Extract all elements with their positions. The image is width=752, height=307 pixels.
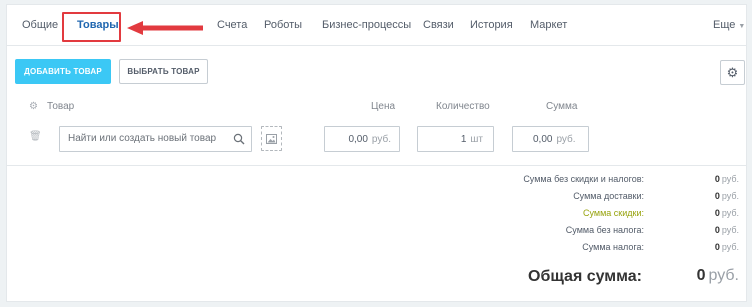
total-amount-discount: 0 — [714, 208, 720, 218]
caret-down-icon: ▼ — [738, 23, 746, 30]
product-image-slot[interactable] — [261, 126, 282, 151]
total-value-delivery: 0 руб. — [715, 191, 739, 201]
tab-links[interactable]: Связи — [423, 19, 454, 31]
annotation-arrow-icon — [127, 21, 203, 35]
price-field[interactable]: 0,00 руб. — [324, 126, 400, 152]
grand-total-label: Общая сумма: — [528, 268, 642, 285]
column-header-sum: Сумма — [546, 101, 578, 112]
delete-row-icon[interactable]: 🗑 — [29, 131, 42, 142]
search-icon[interactable] — [233, 133, 245, 145]
total-unit-no-tax: руб. — [721, 225, 739, 235]
tab-invoices[interactable]: Счета — [217, 19, 247, 31]
grand-total-unit: руб. — [708, 267, 739, 284]
total-label-no-discount: Сумма без скидки и налогов: — [523, 174, 644, 184]
column-header-product: Товар — [47, 101, 75, 112]
add-product-button[interactable]: ДОБАВИТЬ ТОВАР — [15, 59, 111, 84]
total-unit-no-discount: руб. — [721, 174, 739, 184]
column-header-price: Цена — [371, 101, 396, 112]
grand-total-amount: 0 — [696, 267, 706, 284]
tab-market[interactable]: Маркет — [530, 19, 567, 31]
tab-robots[interactable]: Роботы — [264, 19, 302, 31]
select-product-button[interactable]: ВЫБРАТЬ ТОВАР — [119, 59, 208, 84]
tab-history[interactable]: История — [470, 19, 513, 31]
tab-more[interactable]: Еще ▼ — [713, 19, 745, 31]
total-amount-no-tax: 0 — [714, 225, 720, 235]
quantity-field[interactable]: 1 шт — [417, 126, 494, 152]
sum-unit: руб. — [556, 133, 576, 145]
sum-value: 0,00 — [533, 133, 553, 145]
total-unit-delivery: руб. — [721, 191, 739, 201]
tab-general[interactable]: Общие — [22, 19, 58, 31]
total-unit-discount: руб. — [721, 208, 739, 218]
quantity-value: 1 — [460, 133, 467, 145]
total-amount-delivery: 0 — [714, 191, 720, 201]
sum-field[interactable]: 0,00 руб. — [512, 126, 589, 152]
total-value-tax: 0 руб. — [715, 242, 739, 252]
tab-business-processes[interactable]: Бизнес-процессы — [322, 19, 411, 31]
price-unit: руб. — [371, 133, 391, 145]
product-panel: Общие Товары Счета Роботы Бизнес-процесс… — [6, 4, 747, 302]
column-header-quantity: Количество — [436, 101, 490, 112]
quantity-unit: шт — [470, 133, 483, 145]
tab-bar: Общие Товары Счета Роботы Бизнес-процесс… — [7, 5, 746, 46]
total-label-tax: Сумма налога: — [582, 242, 644, 252]
column-settings-icon[interactable]: ⚙ — [29, 101, 38, 112]
grand-total-value: 0 руб. — [697, 267, 739, 285]
more-tab-label: Еще — [713, 19, 736, 31]
total-label-no-tax: Сумма без налога: — [565, 225, 644, 235]
settings-button[interactable]: ⚙ — [720, 60, 745, 85]
divider — [7, 165, 746, 166]
product-search-field[interactable] — [59, 126, 252, 152]
total-label-discount: Сумма скидки: — [583, 208, 644, 218]
tab-products[interactable]: Товары — [77, 19, 119, 31]
image-icon — [266, 133, 277, 144]
product-search-input[interactable] — [68, 133, 228, 144]
gear-icon: ⚙ — [726, 64, 739, 80]
price-value: 0,00 — [348, 133, 368, 145]
total-amount-no-discount: 0 — [714, 174, 720, 184]
total-unit-tax: руб. — [721, 242, 739, 252]
total-value-no-tax: 0 руб. — [715, 225, 739, 235]
total-value-no-discount: 0 руб. — [715, 174, 739, 184]
total-label-delivery: Сумма доставки: — [573, 191, 644, 201]
total-amount-tax: 0 — [714, 242, 720, 252]
total-value-discount: 0 руб. — [715, 208, 739, 218]
